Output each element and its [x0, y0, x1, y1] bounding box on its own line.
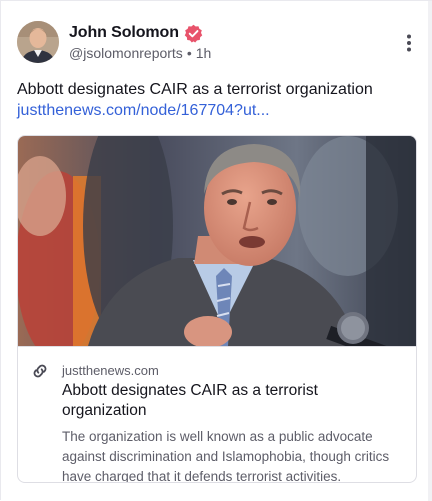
link-icon: [30, 361, 52, 383]
link-preview-card[interactable]: justthenews.com Abbott designates CAIR a…: [17, 135, 417, 483]
author-block: John Solomon @jsolomonreports • 1h: [69, 23, 211, 61]
more-vertical-icon[interactable]: [399, 33, 419, 53]
display-name[interactable]: John Solomon: [69, 24, 179, 42]
card-title[interactable]: Abbott designates CAIR as a terrorist or…: [62, 381, 404, 421]
timestamp[interactable]: 1h: [196, 45, 212, 61]
card-body: justthenews.com Abbott designates CAIR a…: [18, 346, 416, 483]
post-header: John Solomon @jsolomonreports • 1h: [17, 21, 417, 65]
meta-row: @jsolomonreports • 1h: [69, 45, 211, 61]
verified-check-icon: [184, 24, 203, 43]
handle[interactable]: @jsolomonreports: [69, 45, 183, 61]
post-card: John Solomon @jsolomonreports • 1h Abbot…: [0, 0, 432, 501]
meta-separator: •: [186, 45, 192, 61]
photo-speaker-at-microphone[interactable]: [18, 136, 416, 346]
avatar[interactable]: [17, 21, 59, 63]
card-domain: justthenews.com: [62, 362, 159, 378]
post-body: Abbott designates CAIR as a terrorist or…: [17, 79, 417, 121]
scrollbar-track[interactable]: [428, 1, 432, 501]
post-text: Abbott designates CAIR as a terrorist or…: [17, 81, 373, 98]
card-description: The organization is well known as a publ…: [62, 429, 390, 483]
post-link[interactable]: justthenews.com/node/167704?ut...: [17, 100, 417, 121]
